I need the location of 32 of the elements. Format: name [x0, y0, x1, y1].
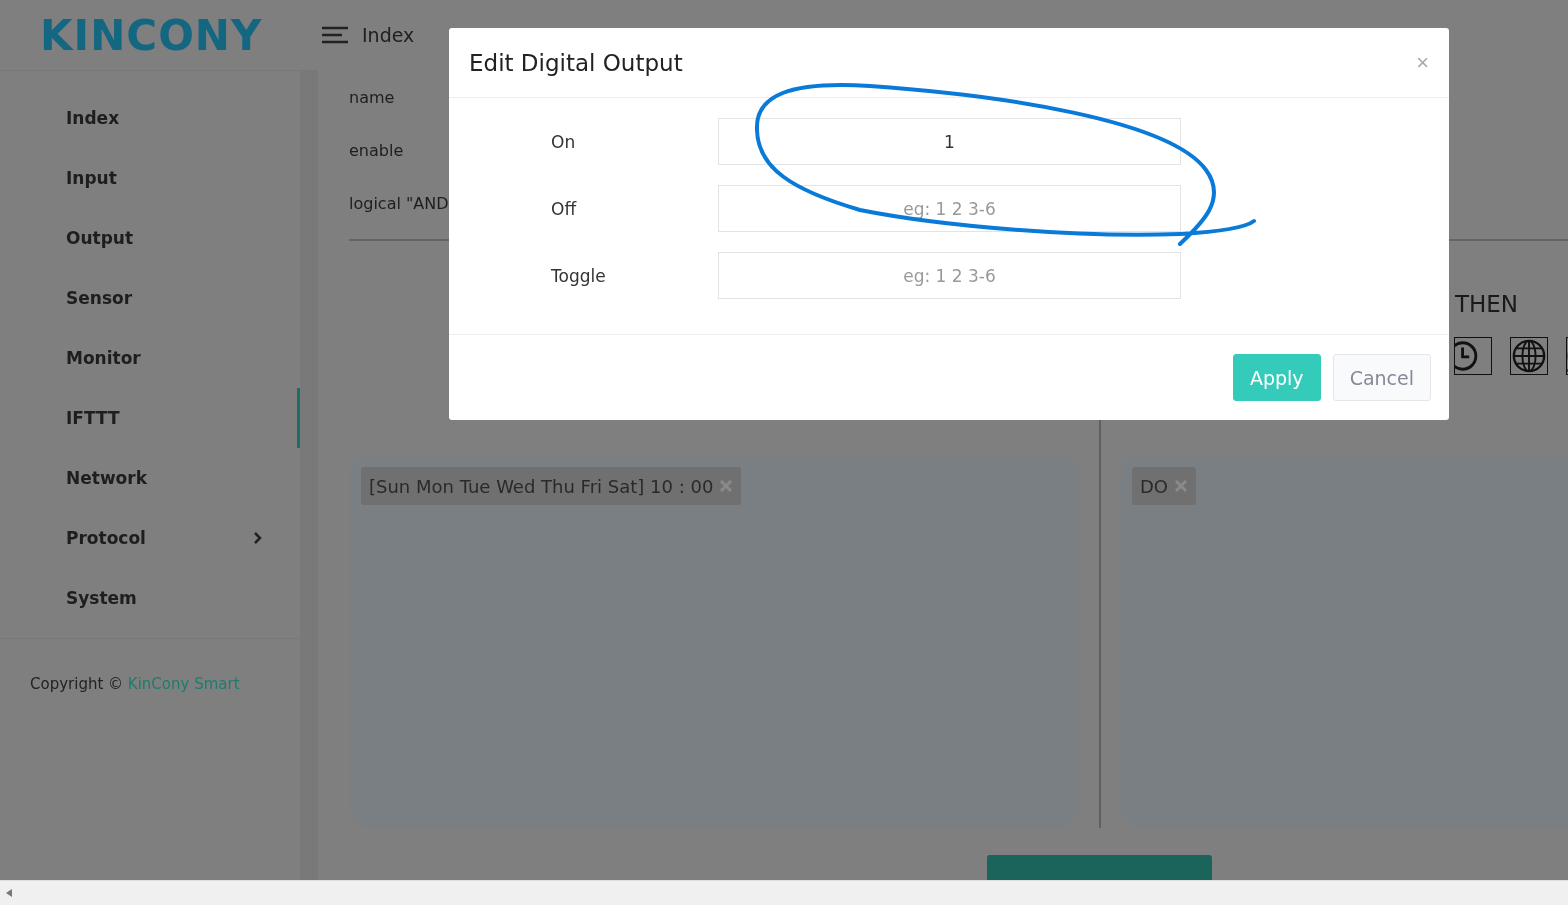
copyright-text: Copyright © KinCony Smart	[29, 674, 241, 693]
dialog-title: Edit Digital Output	[469, 49, 683, 76]
sidebar-item[interactable]: Monitor	[0, 328, 300, 388]
horizontal-scrollbar[interactable]	[0, 880, 1568, 905]
close-button[interactable]: ×	[1416, 49, 1429, 76]
chevron-icon	[253, 531, 263, 545]
sidebar-item[interactable]: System	[0, 568, 300, 628]
cancel-button[interactable]: Cancel	[1332, 354, 1431, 401]
sidebar-item[interactable]: Output	[0, 208, 300, 268]
tag-label: [Sun Mon Tue Wed Thu Fri Sat] 10 : 00	[369, 475, 714, 497]
field-label: name	[349, 88, 395, 109]
page-title: Index	[362, 24, 415, 46]
menu-icon[interactable]	[322, 26, 348, 44]
field-label: enable	[349, 141, 404, 162]
clock-icon[interactable]	[1454, 337, 1492, 375]
sidebar-item[interactable]: Input	[0, 148, 300, 208]
field-label: Off	[551, 198, 578, 219]
input-field[interactable]: 1	[718, 118, 1181, 165]
tag-label: DO	[1140, 475, 1169, 497]
logo: KINCONY	[40, 10, 263, 60]
field-label: On	[551, 131, 577, 152]
field-label: Toggle	[551, 265, 607, 286]
then-label: THEN	[1454, 291, 1518, 317]
globe-icon[interactable]	[1510, 337, 1548, 375]
scroll-left-icon[interactable]	[6, 889, 12, 897]
save-button[interactable]	[987, 855, 1212, 883]
sidebar-item[interactable]: Protocol	[0, 508, 300, 568]
sidebar-item[interactable]: Sensor	[0, 268, 300, 328]
sidebar-item[interactable]: Index	[0, 88, 300, 148]
sidebar-item[interactable]: Network	[0, 448, 300, 508]
field-label: logical "AND	[349, 194, 449, 215]
input-field[interactable]: eg: 1 2 3-6	[718, 252, 1181, 299]
